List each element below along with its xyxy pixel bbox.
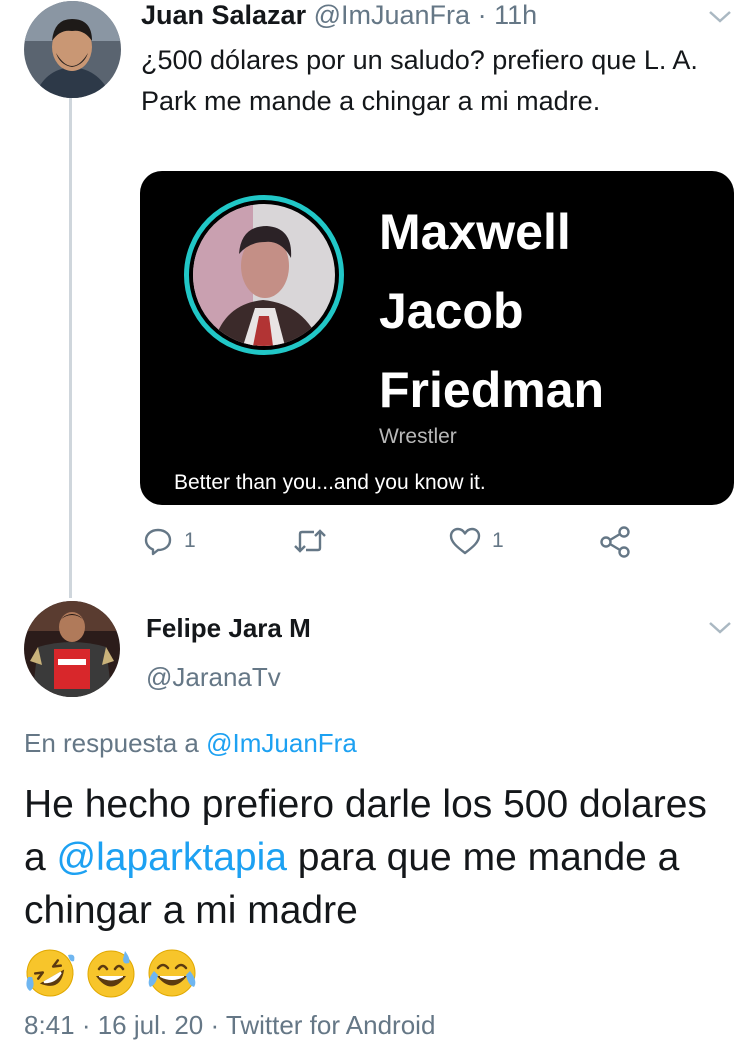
card-title-line: Friedman bbox=[379, 362, 605, 418]
card-title-line: Jacob bbox=[379, 283, 524, 339]
tweet-header: Juan Salazar @ImJuanFra · 11h bbox=[141, 0, 537, 31]
author-handle[interactable]: @ImJuanFra bbox=[314, 0, 470, 30]
tweet-footer: 8:41 · 16 jul. 20 · Twitter for Android bbox=[24, 1010, 436, 1040]
card-bio: Better than you...and you know it. bbox=[174, 471, 486, 494]
author-handle[interactable]: @JaranaTv bbox=[146, 662, 281, 693]
reply-icon bbox=[144, 528, 172, 556]
card-title: Maxwell Jacob Friedman bbox=[379, 193, 719, 430]
embedded-image-card[interactable]: Maxwell Jacob Friedman Wrestler Better t… bbox=[140, 171, 734, 505]
tears-of-joy-icon bbox=[148, 949, 196, 997]
tweet-text: ¿500 dólares por un saludo? prefiero que… bbox=[141, 45, 698, 116]
like-button[interactable]: 1 bbox=[448, 525, 504, 557]
grinning-sweat-icon bbox=[87, 950, 135, 998]
avatar[interactable] bbox=[24, 601, 120, 697]
reply-prefix: En respuesta a bbox=[24, 728, 199, 758]
tweet-time[interactable]: · 11h bbox=[478, 0, 538, 30]
chevron-down-icon[interactable] bbox=[706, 617, 734, 637]
retweet-icon bbox=[294, 529, 326, 553]
card-title-line: Maxwell bbox=[379, 204, 571, 260]
retweet-button[interactable] bbox=[292, 525, 328, 557]
mention-link[interactable]: @laparktapia bbox=[57, 836, 287, 879]
card-profile-photo bbox=[193, 204, 335, 346]
tweet-actions: 1 1 bbox=[142, 525, 742, 561]
author-name[interactable]: Felipe Jara M bbox=[146, 613, 311, 644]
avatar[interactable] bbox=[24, 1, 121, 98]
share-icon bbox=[600, 526, 630, 558]
like-count: 1 bbox=[492, 529, 504, 552]
author-name[interactable]: Juan Salazar bbox=[141, 0, 306, 30]
share-button[interactable] bbox=[598, 525, 632, 559]
reply-context: En respuesta a @ImJuanFra bbox=[24, 728, 357, 759]
heart-icon bbox=[449, 527, 481, 555]
reply-count: 1 bbox=[184, 529, 196, 552]
reply-handle-link[interactable]: @ImJuanFra bbox=[206, 728, 357, 758]
emoji-row bbox=[24, 947, 198, 999]
thread-connector bbox=[69, 98, 72, 598]
rolling-on-floor-laughing-icon bbox=[26, 949, 75, 997]
reply-button[interactable]: 1 bbox=[142, 525, 196, 557]
tweet-text: He hecho prefiero darle los 500 dolares … bbox=[24, 778, 739, 937]
card-role: Wrestler bbox=[379, 425, 457, 448]
chevron-down-icon[interactable] bbox=[706, 6, 734, 26]
